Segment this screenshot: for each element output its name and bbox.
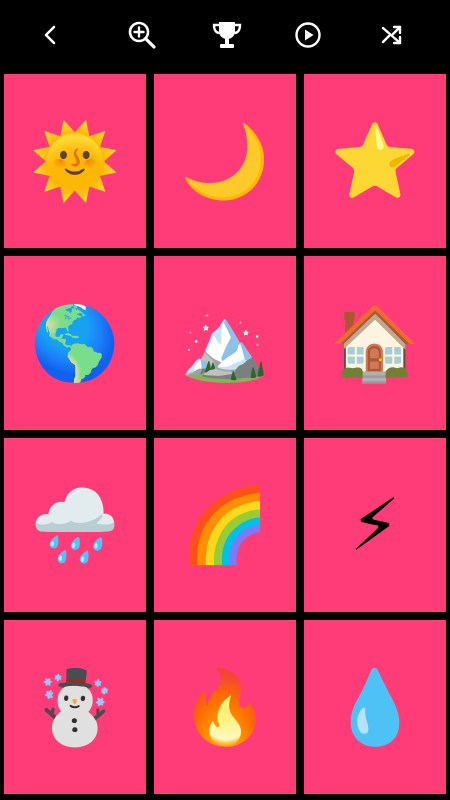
fire-icon: 🔥 <box>180 665 270 749</box>
back-button[interactable] <box>33 17 69 53</box>
trophy-icon <box>212 22 242 48</box>
tile-moon[interactable]: 🌙 <box>154 74 296 248</box>
tile-rainbow[interactable]: 🌈 <box>154 438 296 612</box>
sun-icon: 🌞 <box>30 119 120 203</box>
shuffle-button[interactable] <box>374 17 410 53</box>
tile-earth[interactable]: 🌎 <box>4 256 146 430</box>
zoom-in-icon <box>128 21 156 49</box>
shuffle-icon <box>381 25 402 45</box>
tile-house[interactable]: 🏠 <box>304 256 446 430</box>
tile-sun[interactable]: 🌞 <box>4 74 146 248</box>
tile-lightning[interactable]: ⚡ <box>304 438 446 612</box>
snowman-icon: ☃️ <box>30 665 120 749</box>
tile-mountain[interactable]: 🏔️ <box>154 256 296 430</box>
tile-water-drop[interactable]: 💧 <box>304 620 446 794</box>
earth-icon: 🌎 <box>30 301 120 385</box>
tile-fire[interactable]: 🔥 <box>154 620 296 794</box>
chevron-left-icon <box>44 25 56 45</box>
top-toolbar <box>0 0 450 70</box>
play-circle-icon <box>295 22 321 48</box>
water-drop-icon: 💧 <box>330 665 420 749</box>
tile-rain-cloud[interactable]: 🌧️ <box>4 438 146 612</box>
zoom-in-button[interactable] <box>124 17 160 53</box>
tile-snowman[interactable]: ☃️ <box>4 620 146 794</box>
trophy-button[interactable] <box>209 17 245 53</box>
rain-cloud-icon: 🌧️ <box>30 483 120 567</box>
rainbow-icon: 🌈 <box>180 483 270 567</box>
house-icon: 🏠 <box>330 301 420 385</box>
emoji-grid: 🌞 🌙 ⭐ 🌎 🏔️ 🏠 🌧️ 🌈 ⚡ ☃️ 🔥 💧 <box>0 70 450 800</box>
tile-star[interactable]: ⭐ <box>304 74 446 248</box>
lightning-icon: ⚡ <box>349 483 401 567</box>
mountain-icon: 🏔️ <box>180 301 270 385</box>
play-button[interactable] <box>290 17 326 53</box>
moon-icon: 🌙 <box>180 119 270 203</box>
star-icon: ⭐ <box>330 119 420 203</box>
